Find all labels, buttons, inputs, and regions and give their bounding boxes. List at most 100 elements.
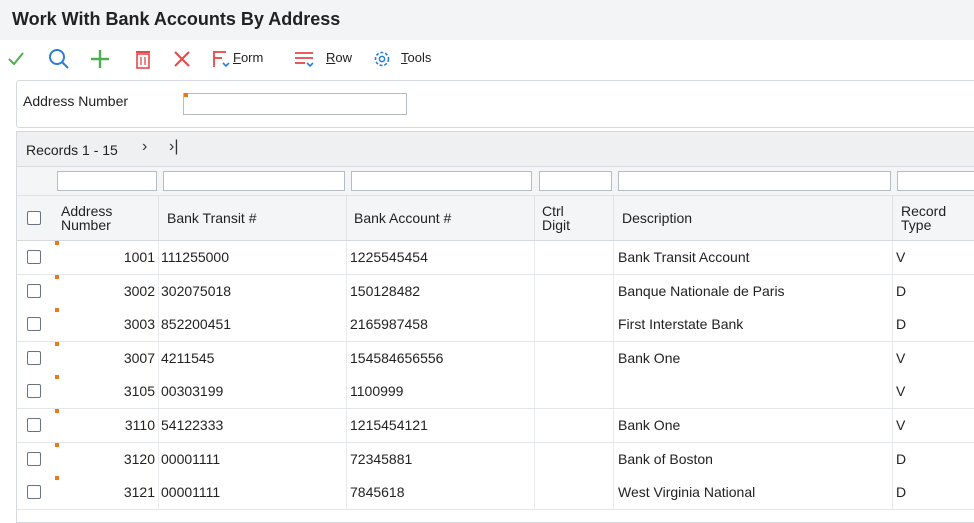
filter-record-type[interactable] (897, 171, 974, 191)
cell-bank-transit: 852200451 (159, 308, 347, 342)
next-page-icon[interactable]: › (142, 138, 147, 156)
cell-ctrl-digit (535, 442, 614, 476)
tools-menu-button[interactable]: Tools (401, 50, 431, 65)
last-page-icon[interactable]: ›| (169, 138, 178, 156)
row-checkbox[interactable] (27, 451, 41, 466)
cell-record-type: V (896, 249, 906, 265)
header-record-line2: Type (901, 217, 932, 233)
header-ctrl-digit[interactable]: Ctrl Digit (535, 196, 614, 240)
records-count: Records 1 - 15 (26, 142, 118, 158)
address-number-label: Address Number (23, 93, 129, 109)
filter-description[interactable] (618, 171, 891, 191)
header-description[interactable]: Description (614, 196, 893, 240)
header-record-type[interactable]: Record Type (893, 196, 974, 240)
cell-description: West Virginia National (614, 476, 893, 510)
tools-label: ools (407, 50, 432, 65)
plus-icon[interactable] (88, 47, 112, 71)
cell-description: Bank Transit Account (614, 241, 893, 274)
header-address-number[interactable]: Address Number (53, 196, 159, 240)
close-icon[interactable] (170, 47, 194, 71)
cell-bank-account: 7845618 (347, 476, 535, 510)
cell-bank-transit: 00001111 (159, 442, 347, 476)
cell-ctrl-digit (535, 241, 614, 274)
query-panel: Address Number (16, 80, 974, 128)
cell-record-type: V (896, 383, 906, 400)
required-marker (184, 93, 188, 97)
row-menu-button[interactable]: Row (326, 50, 352, 65)
filter-bank-account[interactable] (351, 171, 532, 191)
page-title: Work With Bank Accounts By Address (12, 9, 341, 29)
grid-header: Records 1 - 15 › ›| (17, 132, 974, 167)
row-checkbox[interactable] (27, 485, 41, 500)
cell-record-type: V (896, 417, 906, 433)
cell-ctrl-digit (535, 308, 614, 342)
cell-description: Bank of Boston (614, 442, 893, 476)
cell-bank-account: 1225545454 (347, 241, 535, 274)
filter-ctrl-digit[interactable] (539, 171, 612, 191)
row-checkbox[interactable] (27, 250, 41, 264)
header-bank-transit-label: Bank Transit # (167, 210, 257, 226)
results-grid: Records 1 - 15 › ›| Address Number Bank T… (16, 131, 974, 523)
row-checkbox[interactable] (27, 283, 41, 298)
cell-bank-transit: 302075018 (159, 274, 347, 308)
table-row[interactable]: 3121 00001111 7845618 West Virginia Nati… (17, 476, 974, 511)
row-menu-icon[interactable] (292, 47, 316, 71)
row-checkbox[interactable] (27, 384, 41, 399)
filter-row (17, 167, 974, 196)
row-checkbox[interactable] (27, 317, 41, 332)
row-checkbox[interactable] (27, 418, 41, 432)
header-bank-account[interactable]: Bank Account # (347, 196, 535, 240)
table-row[interactable]: 3105 00303199 1100999 V (17, 375, 974, 410)
header-ctrl-line2: Digit (542, 217, 571, 233)
gear-icon[interactable] (370, 47, 394, 71)
header-bank-transit[interactable]: Bank Transit # (159, 196, 347, 240)
cell-bank-account: 1215454121 (347, 409, 535, 442)
cell-record-type: V (896, 349, 906, 366)
cell-bank-transit: 111255000 (159, 241, 347, 274)
cell-address-number: 3110 (53, 409, 159, 442)
cell-ctrl-digit (535, 341, 614, 375)
address-number-input[interactable] (183, 93, 407, 115)
cell-bank-transit: 54122333 (159, 409, 347, 442)
cell-description (614, 375, 893, 409)
header-bank-account-label: Bank Account # (354, 210, 452, 226)
table-row[interactable]: 3002 302075018 150128482 Banque National… (17, 274, 974, 309)
cell-record-type: D (896, 316, 907, 333)
check-icon[interactable] (4, 47, 28, 71)
cell-ctrl-digit (535, 375, 614, 409)
cell-address-number: 3121 (53, 476, 159, 510)
cell-bank-transit: 00001111 (159, 476, 347, 510)
filter-bank-transit[interactable] (163, 171, 345, 191)
cell-bank-account: 154584656556 (347, 341, 535, 375)
cell-record-type: D (896, 450, 907, 467)
table-row[interactable]: 3120 00001111 72345881 Bank of Boston D (17, 442, 974, 477)
cell-ctrl-digit (535, 476, 614, 510)
cell-ctrl-digit (535, 274, 614, 308)
search-icon[interactable] (47, 47, 71, 71)
filter-address-number[interactable] (57, 171, 157, 191)
cell-bank-transit: 4211545 (159, 341, 347, 375)
table-row[interactable]: 3003 852200451 2165987458 First Intersta… (17, 308, 974, 343)
cell-bank-transit: 00303199 (159, 375, 347, 409)
cell-bank-account: 1100999 (347, 375, 535, 409)
cell-ctrl-digit (535, 409, 614, 442)
cell-address-number: 3105 (53, 375, 159, 409)
select-all-checkbox[interactable] (27, 211, 41, 225)
cell-address-number: 3007 (53, 341, 159, 375)
table-row[interactable]: 3110 54122333 1215454121 Bank One V (17, 409, 974, 443)
column-header-row: Address Number Bank Transit # Bank Accoun… (17, 196, 974, 241)
row-checkbox[interactable] (27, 350, 41, 365)
title-bar: Work With Bank Accounts By Address (0, 0, 974, 41)
table-row[interactable]: 3007 4211545 154584656556 Bank One V (17, 341, 974, 376)
cell-description: Bank One (614, 341, 893, 375)
cell-address-number: 3120 (53, 442, 159, 476)
form-menu-button[interactable]: Form (233, 50, 263, 65)
table-row[interactable]: 1001 111255000 1225545454 Bank Transit A… (17, 241, 974, 275)
row-label: ow (335, 50, 353, 65)
form-hotkey: F (233, 50, 241, 65)
form-menu-icon[interactable] (209, 47, 233, 71)
cell-description: First Interstate Bank (614, 308, 893, 342)
cell-description: Banque Nationale de Paris (614, 274, 893, 308)
cell-bank-account: 2165987458 (347, 308, 535, 342)
trash-icon[interactable] (131, 47, 155, 71)
